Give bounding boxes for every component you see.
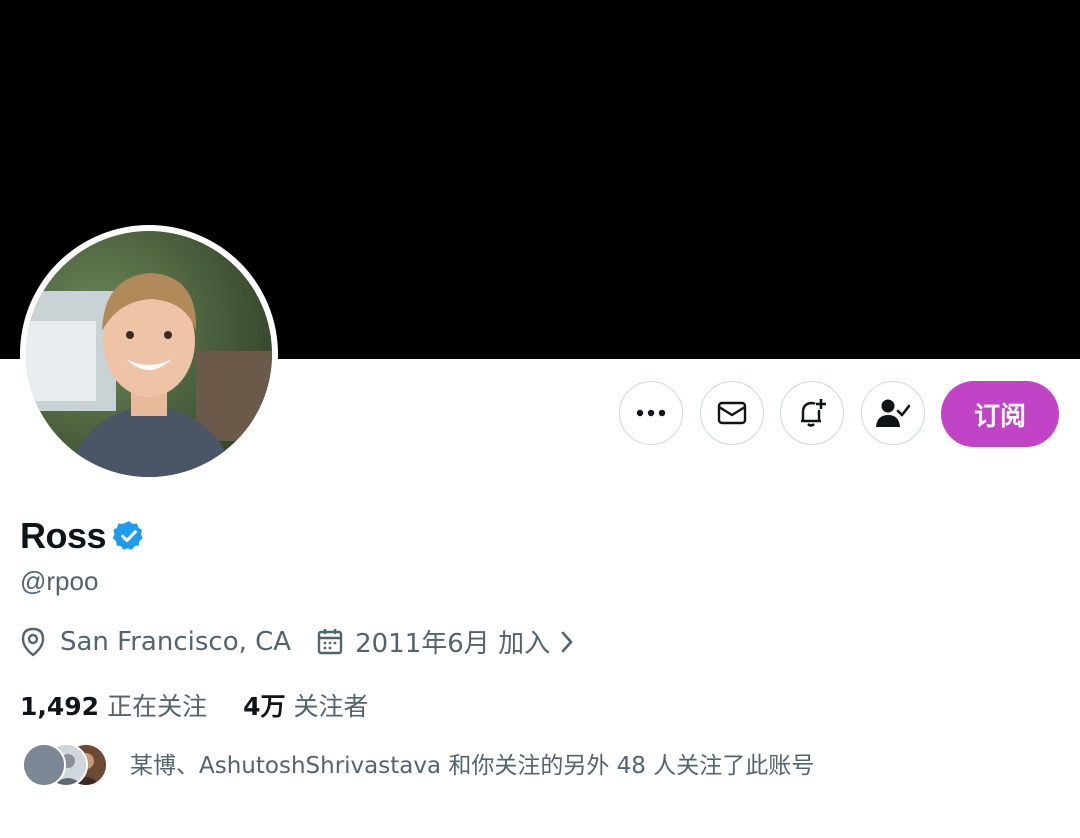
more-icon	[636, 409, 666, 417]
location-text: San Francisco, CA	[60, 626, 292, 657]
location-item: San Francisco, CA	[20, 627, 291, 657]
following-label: 正在关注	[107, 692, 208, 721]
notify-button[interactable]	[780, 381, 844, 445]
calendar-icon	[317, 628, 343, 654]
followers-you-know[interactable]: 某博、AshutoshShrivastava 和你关注的另外 48 人关注了此账…	[20, 741, 815, 787]
name-row: Ross	[20, 515, 146, 557]
more-button[interactable]	[619, 381, 683, 445]
location-pin-icon	[21, 627, 45, 657]
following-count: 1,492	[20, 692, 100, 721]
mutual-avatars	[20, 741, 110, 787]
followed-by-text: 某博、AshutoshShrivastava 和你关注的另外 48 人关注了此账…	[130, 753, 815, 779]
follow-stats: 1,492 正在关注 4万 关注者	[20, 687, 369, 723]
mail-icon	[717, 401, 747, 425]
avatar[interactable]	[26, 231, 272, 477]
joined-text: 2011年6月 加入	[355, 629, 551, 659]
subscribe-button[interactable]: 订阅	[941, 381, 1059, 447]
profile-meta: San Francisco, CA 2011年6月 加入	[20, 623, 574, 660]
avatar	[22, 743, 66, 787]
chevron-right-icon	[561, 631, 573, 652]
bell-plus-icon	[801, 399, 826, 427]
person-check-icon	[876, 399, 910, 427]
followers-label: 关注者	[293, 692, 369, 721]
message-button[interactable]	[700, 381, 764, 445]
following-link[interactable]: 1,492 正在关注	[20, 687, 207, 723]
followers-count: 4万	[243, 692, 286, 721]
following-button[interactable]	[861, 381, 925, 445]
joined-item[interactable]: 2011年6月 加入	[317, 623, 574, 660]
profile-handle: @rpoo	[20, 566, 99, 596]
display-name: Ross	[20, 515, 107, 556]
followers-link[interactable]: 4万 关注者	[243, 687, 368, 723]
profile-avatar-frame	[20, 225, 278, 483]
verified-badge-icon[interactable]	[112, 519, 146, 553]
